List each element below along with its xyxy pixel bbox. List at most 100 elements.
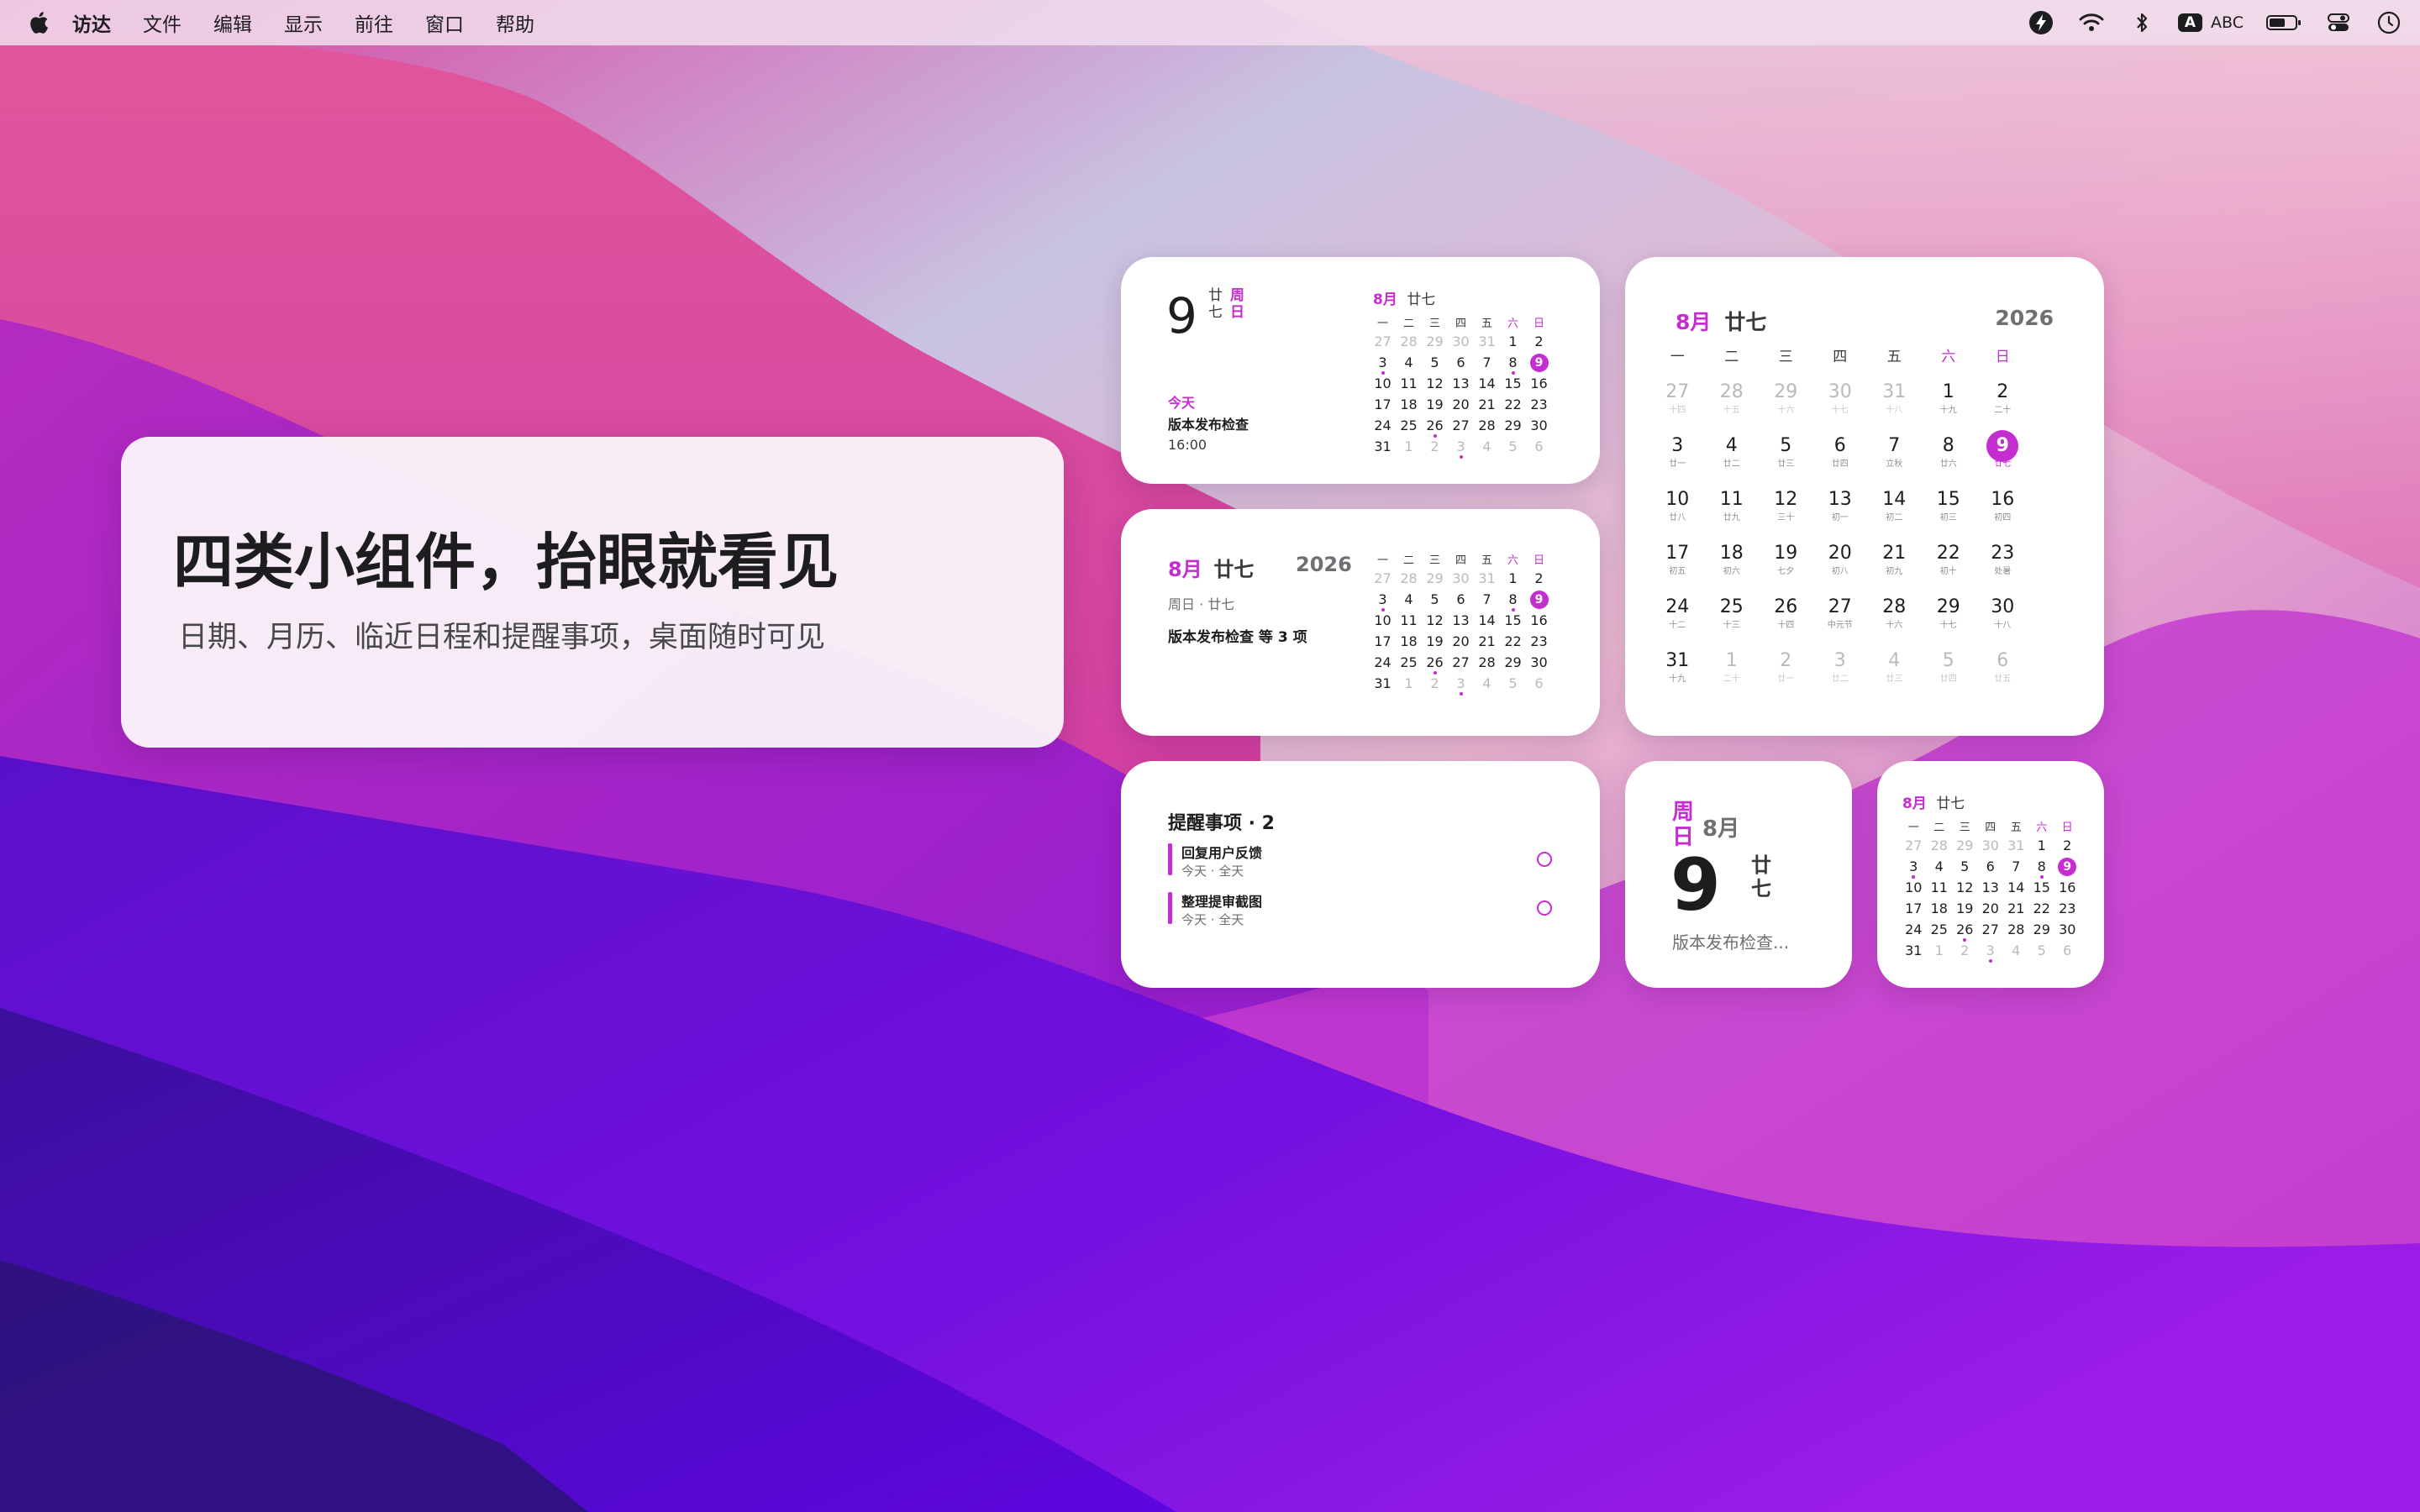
calendar-day[interactable]: 23	[1526, 631, 1552, 652]
calendar-day[interactable]: 7 立秋	[1867, 433, 1922, 487]
calendar-day[interactable]: 16	[1526, 610, 1552, 631]
calendar-day[interactable]: 4	[1927, 856, 1953, 877]
calendar-day[interactable]: 2	[2054, 835, 2081, 856]
calendar-day[interactable]: 17	[1901, 898, 1927, 919]
menu-edit[interactable]: 编辑	[213, 8, 252, 37]
calendar-day[interactable]: 4 廿二	[1705, 433, 1760, 487]
calendar-day[interactable]: 8 廿六	[1922, 433, 1976, 487]
calendar-day[interactable]: 26 十四	[1759, 595, 1813, 648]
calendar-day[interactable]: 10	[1370, 373, 1396, 394]
calendar-day[interactable]: 4	[1396, 589, 1422, 610]
menu-view[interactable]: 显示	[284, 8, 323, 37]
calendar-day[interactable]: 7	[2003, 856, 2029, 877]
calendar-day[interactable]: 15	[1500, 610, 1526, 631]
calendar-day[interactable]: 5	[1422, 589, 1448, 610]
calendar-day[interactable]: 10	[1901, 877, 1927, 898]
calendar-day[interactable]: 2 廿一	[1759, 648, 1813, 702]
calendar-day[interactable]: 18	[1396, 394, 1422, 415]
calendar-day[interactable]: 27 十四	[1650, 380, 1705, 433]
calendar-day[interactable]: 18	[1927, 898, 1953, 919]
widget-small-date[interactable]: 周 日 8月 9 廿 七 版本发布检查...	[1625, 761, 1852, 988]
calendar-day[interactable]: 3	[1978, 940, 2004, 963]
calendar-day[interactable]: 29	[1422, 331, 1448, 352]
calendar-day[interactable]: 20 初八	[1813, 541, 1868, 595]
calendar-day[interactable]: 25	[1396, 415, 1422, 436]
calendar-day[interactable]: 2	[1422, 673, 1448, 694]
battery-icon[interactable]	[2265, 8, 2302, 37]
calendar-day[interactable]: 3	[1448, 673, 1474, 696]
calendar-day[interactable]: 27	[1370, 568, 1396, 589]
calendar-day[interactable]: 2	[1422, 436, 1448, 457]
calendar-day[interactable]: 27	[1448, 652, 1474, 673]
calendar-day[interactable]: 5 廿四	[1922, 648, 1976, 702]
calendar-day[interactable]: 27	[1901, 835, 1927, 856]
calendar-day[interactable]: 12	[1952, 877, 1978, 898]
calendar-day[interactable]: 14	[1474, 610, 1500, 631]
calendar-day[interactable]: 14	[2003, 877, 2029, 898]
calendar-day[interactable]: 28	[1396, 568, 1422, 589]
calendar-day[interactable]: 1	[1927, 940, 1953, 961]
calendar-day[interactable]: 22	[2029, 898, 2055, 919]
reminder-complete-checkbox[interactable]	[1537, 852, 1552, 867]
calendar-day[interactable]: 30 十七	[1813, 380, 1868, 433]
calendar-day[interactable]: 6 廿五	[1975, 648, 2030, 702]
calendar-day[interactable]: 3	[1370, 589, 1396, 612]
calendar-day[interactable]: 1	[1396, 436, 1422, 457]
calendar-day[interactable]: 24	[1370, 415, 1396, 436]
calendar-day[interactable]: 26	[1422, 652, 1448, 675]
calendar-day[interactable]: 11 廿九	[1705, 487, 1760, 541]
calendar-day[interactable]: 8	[1500, 352, 1526, 375]
calendar-day[interactable]: 2	[1952, 940, 1978, 961]
calendar-day[interactable]: 21	[1474, 631, 1500, 652]
calendar-day[interactable]: 3	[1901, 856, 1927, 879]
calendar-day[interactable]: 4	[2003, 940, 2029, 961]
calendar-day[interactable]: 29	[1500, 652, 1526, 673]
menu-go[interactable]: 前往	[355, 8, 393, 37]
calendar-day[interactable]: 15	[1500, 373, 1526, 394]
calendar-day[interactable]: 21	[2003, 898, 2029, 919]
calendar-day[interactable]: 23	[1526, 394, 1552, 415]
calendar-day[interactable]: 9	[2054, 856, 2081, 877]
calendar-day[interactable]: 30	[1448, 331, 1474, 352]
calendar-day[interactable]: 5	[1952, 856, 1978, 877]
clock-icon[interactable]	[2375, 8, 2403, 37]
calendar-day[interactable]: 30	[1978, 835, 2004, 856]
calendar-day[interactable]: 26	[1952, 919, 1978, 942]
calendar-day[interactable]: 4	[1396, 352, 1422, 373]
calendar-day[interactable]: 6	[1526, 673, 1552, 694]
calendar-day[interactable]: 20	[1978, 898, 2004, 919]
calendar-day[interactable]: 1	[1500, 331, 1526, 352]
calendar-day[interactable]: 31	[2003, 835, 2029, 856]
calendar-day[interactable]: 3	[1370, 352, 1396, 375]
calendar-day[interactable]: 21	[1474, 394, 1500, 415]
calendar-day[interactable]: 13	[1448, 610, 1474, 631]
calendar-day[interactable]: 22	[1500, 631, 1526, 652]
calendar-day[interactable]: 4 廿三	[1867, 648, 1922, 702]
calendar-day[interactable]: 2	[1526, 331, 1552, 352]
calendar-day[interactable]: 17	[1370, 394, 1396, 415]
calendar-day[interactable]: 12 三十	[1759, 487, 1813, 541]
calendar-day[interactable]: 28 十五	[1705, 380, 1760, 433]
calendar-day[interactable]: 6	[1526, 436, 1552, 457]
menu-app-name[interactable]: 访达	[72, 8, 111, 37]
calendar-day[interactable]: 15 初三	[1922, 487, 1976, 541]
calendar-day[interactable]: 5	[1500, 673, 1526, 694]
calendar-day[interactable]: 14 初二	[1867, 487, 1922, 541]
calendar-day[interactable]: 24	[1370, 652, 1396, 673]
calendar-day[interactable]: 5	[2029, 940, 2055, 961]
calendar-day[interactable]: 24	[1901, 919, 1927, 940]
calendar-day[interactable]: 16	[1526, 373, 1552, 394]
calendar-day[interactable]: 13 初一	[1813, 487, 1868, 541]
calendar-day[interactable]: 30 十八	[1975, 595, 2030, 648]
calendar-day[interactable]: 1 二十	[1705, 648, 1760, 702]
reminder-complete-checkbox[interactable]	[1537, 900, 1552, 916]
calendar-day[interactable]: 4	[1474, 673, 1500, 694]
calendar-day[interactable]: 29	[1952, 835, 1978, 856]
calendar-day[interactable]: 31 十八	[1867, 380, 1922, 433]
calendar-day[interactable]: 17 初五	[1650, 541, 1705, 595]
calendar-day[interactable]: 18 初六	[1705, 541, 1760, 595]
calendar-day[interactable]: 11	[1396, 610, 1422, 631]
calendar-day[interactable]: 31	[1474, 568, 1500, 589]
calendar-day[interactable]: 6 廿四	[1813, 433, 1868, 487]
calendar-day[interactable]: 4	[1474, 436, 1500, 457]
